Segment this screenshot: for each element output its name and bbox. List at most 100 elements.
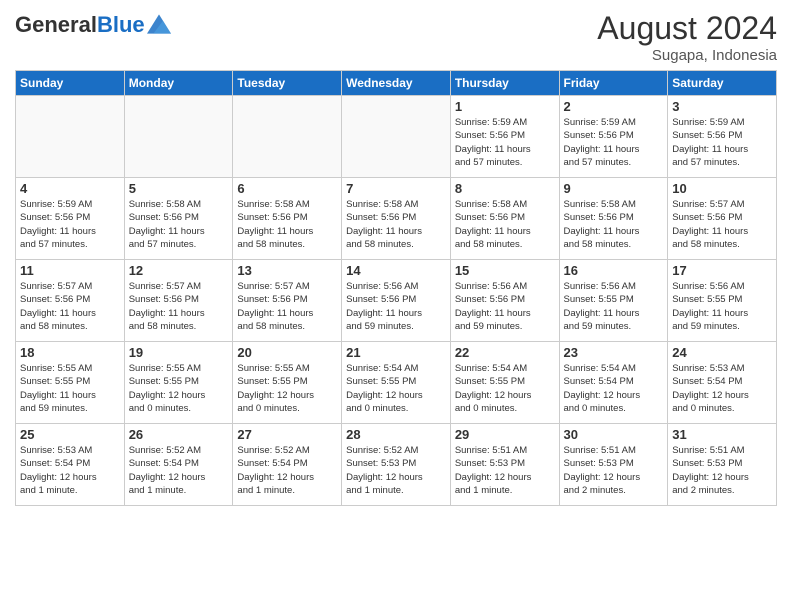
day-number: 28 (346, 427, 446, 442)
day-number: 16 (564, 263, 664, 278)
day-number: 18 (20, 345, 120, 360)
calendar-cell: 8 Sunrise: 5:58 AM Sunset: 5:56 PM Daylig… (450, 178, 559, 260)
day-number: 1 (455, 99, 555, 114)
day-info: Sunrise: 5:55 AM Sunset: 5:55 PM Dayligh… (20, 362, 120, 415)
logo-general: General (15, 12, 97, 37)
calendar-cell: 7Sunrise: 5:58 AM Sunset: 5:56 PM Daylig… (342, 178, 451, 260)
calendar-cell: 15Sunrise: 5:56 AM Sunset: 5:56 PM Dayli… (450, 260, 559, 342)
day-info: Sunrise: 5:54 AM Sunset: 5:55 PM Dayligh… (346, 362, 446, 415)
calendar-week-4: 18 Sunrise: 5:55 AM Sunset: 5:55 PM Dayli… (16, 342, 777, 424)
day-info: Sunrise: 5:56 AM Sunset: 5:55 PM Dayligh… (564, 280, 664, 333)
day-info: Sunrise: 5:57 AM Sunset: 5:56 PM Dayligh… (237, 280, 337, 333)
col-saturday: Saturday (668, 71, 777, 96)
day-info: Sunrise: 5:55 AM Sunset: 5:55 PM Dayligh… (129, 362, 229, 415)
day-number: 30 (564, 427, 664, 442)
calendar-cell: 11Sunrise: 5:57 AM Sunset: 5:56 PM Dayli… (16, 260, 125, 342)
day-info: Sunrise: 5:51 AM Sunset: 5:53 PM Dayligh… (564, 444, 664, 497)
day-info: Sunrise: 5:55 AM Sunset: 5:55 PM Dayligh… (237, 362, 337, 415)
calendar-cell (124, 96, 233, 178)
day-info: Sunrise: 5:59 AM Sunset: 5:56 PM Dayligh… (564, 116, 664, 169)
day-number: 25 (20, 427, 120, 442)
day-info: Sunrise: 5:56 AM Sunset: 5:56 PM Dayligh… (346, 280, 446, 333)
day-info: Sunrise: 5:54 AM Sunset: 5:54 PM Dayligh… (564, 362, 664, 415)
day-info: Sunrise: 5:57 AM Sunset: 5:56 PM Dayligh… (129, 280, 229, 333)
day-number: 5 (129, 181, 229, 196)
calendar-cell: 2 Sunrise: 5:59 AM Sunset: 5:56 PM Daylig… (559, 96, 668, 178)
calendar-cell: 29Sunrise: 5:51 AM Sunset: 5:53 PM Dayli… (450, 424, 559, 506)
calendar-cell (16, 96, 125, 178)
day-number: 19 (129, 345, 229, 360)
day-number: 20 (237, 345, 337, 360)
calendar-cell: 21 Sunrise: 5:54 AM Sunset: 5:55 PM Dayli… (342, 342, 451, 424)
calendar-cell: 19 Sunrise: 5:55 AM Sunset: 5:55 PM Dayli… (124, 342, 233, 424)
calendar-cell: 5Sunrise: 5:58 AM Sunset: 5:56 PM Daylig… (124, 178, 233, 260)
day-info: Sunrise: 5:52 AM Sunset: 5:53 PM Dayligh… (346, 444, 446, 497)
day-number: 7 (346, 181, 446, 196)
day-number: 24 (672, 345, 772, 360)
logo-blue: Blue (97, 12, 145, 37)
day-number: 23 (564, 345, 664, 360)
day-info: Sunrise: 5:52 AM Sunset: 5:54 PM Dayligh… (129, 444, 229, 497)
header: GeneralBlue August 2024 Sugapa, Indonesi… (15, 10, 777, 64)
day-number: 11 (20, 263, 120, 278)
calendar-cell: 1 Sunrise: 5:59 AM Sunset: 5:56 PM Daylig… (450, 96, 559, 178)
day-number: 3 (672, 99, 772, 114)
title-block: August 2024 Sugapa, Indonesia (597, 10, 777, 64)
calendar-header-row: Sunday Monday Tuesday Wednesday Thursday… (16, 71, 777, 96)
day-info: Sunrise: 5:59 AM Sunset: 5:56 PM Dayligh… (20, 198, 120, 251)
day-info: Sunrise: 5:51 AM Sunset: 5:53 PM Dayligh… (455, 444, 555, 497)
day-number: 12 (129, 263, 229, 278)
day-number: 14 (346, 263, 446, 278)
day-info: Sunrise: 5:58 AM Sunset: 5:56 PM Dayligh… (455, 198, 555, 251)
day-number: 27 (237, 427, 337, 442)
day-info: Sunrise: 5:54 AM Sunset: 5:55 PM Dayligh… (455, 362, 555, 415)
logo-icon (147, 14, 171, 34)
col-thursday: Thursday (450, 71, 559, 96)
calendar-cell (233, 96, 342, 178)
day-number: 17 (672, 263, 772, 278)
calendar-cell: 14 Sunrise: 5:56 AM Sunset: 5:56 PM Dayli… (342, 260, 451, 342)
day-info: Sunrise: 5:51 AM Sunset: 5:53 PM Dayligh… (672, 444, 772, 497)
day-info: Sunrise: 5:52 AM Sunset: 5:54 PM Dayligh… (237, 444, 337, 497)
day-info: Sunrise: 5:59 AM Sunset: 5:56 PM Dayligh… (672, 116, 772, 169)
day-number: 31 (672, 427, 772, 442)
calendar-cell: 17 Sunrise: 5:56 AM Sunset: 5:55 PM Dayli… (668, 260, 777, 342)
day-number: 4 (20, 181, 120, 196)
calendar-week-3: 11 Sunrise: 5:57 AM Sunset: 5:56 PM Dayli… (16, 260, 777, 342)
day-info: Sunrise: 5:56 AM Sunset: 5:55 PM Dayligh… (672, 280, 772, 333)
calendar-cell: 20 Sunrise: 5:55 AM Sunset: 5:55 PM Dayli… (233, 342, 342, 424)
day-number: 22 (455, 345, 555, 360)
logo: GeneralBlue (15, 14, 171, 36)
location: Sugapa, Indonesia (597, 47, 777, 64)
calendar-cell: 26Sunrise: 5:52 AM Sunset: 5:54 PM Dayli… (124, 424, 233, 506)
day-info: Sunrise: 5:57 AM Sunset: 5:56 PM Dayligh… (672, 198, 772, 251)
day-info: Sunrise: 5:58 AM Sunset: 5:56 PM Dayligh… (237, 198, 337, 251)
day-number: 15 (455, 263, 555, 278)
col-wednesday: Wednesday (342, 71, 451, 96)
calendar-week-5: 25 Sunrise: 5:53 AM Sunset: 5:54 PM Dayli… (16, 424, 777, 506)
day-number: 21 (346, 345, 446, 360)
day-info: Sunrise: 5:59 AM Sunset: 5:56 PM Dayligh… (455, 116, 555, 169)
page: GeneralBlue August 2024 Sugapa, Indonesi… (0, 0, 792, 612)
day-number: 13 (237, 263, 337, 278)
day-number: 10 (672, 181, 772, 196)
logo-text: GeneralBlue (15, 14, 145, 36)
col-monday: Monday (124, 71, 233, 96)
calendar-cell: 16 Sunrise: 5:56 AM Sunset: 5:55 PM Dayli… (559, 260, 668, 342)
calendar-cell (342, 96, 451, 178)
day-info: Sunrise: 5:53 AM Sunset: 5:54 PM Dayligh… (20, 444, 120, 497)
day-number: 9 (564, 181, 664, 196)
day-info: Sunrise: 5:58 AM Sunset: 5:56 PM Dayligh… (564, 198, 664, 251)
calendar-cell: 31 Sunrise: 5:51 AM Sunset: 5:53 PM Dayli… (668, 424, 777, 506)
day-number: 2 (564, 99, 664, 114)
calendar-cell: 30 Sunrise: 5:51 AM Sunset: 5:53 PM Dayli… (559, 424, 668, 506)
day-number: 8 (455, 181, 555, 196)
calendar-week-1: 1 Sunrise: 5:59 AM Sunset: 5:56 PM Daylig… (16, 96, 777, 178)
calendar-cell: 27 Sunrise: 5:52 AM Sunset: 5:54 PM Dayli… (233, 424, 342, 506)
calendar-cell: 24Sunrise: 5:53 AM Sunset: 5:54 PM Dayli… (668, 342, 777, 424)
calendar-cell: 12 Sunrise: 5:57 AM Sunset: 5:56 PM Dayli… (124, 260, 233, 342)
month-year: August 2024 (597, 10, 777, 47)
calendar: Sunday Monday Tuesday Wednesday Thursday… (15, 70, 777, 506)
calendar-cell: 4 Sunrise: 5:59 AM Sunset: 5:56 PM Daylig… (16, 178, 125, 260)
calendar-cell: 22 Sunrise: 5:54 AM Sunset: 5:55 PM Dayli… (450, 342, 559, 424)
